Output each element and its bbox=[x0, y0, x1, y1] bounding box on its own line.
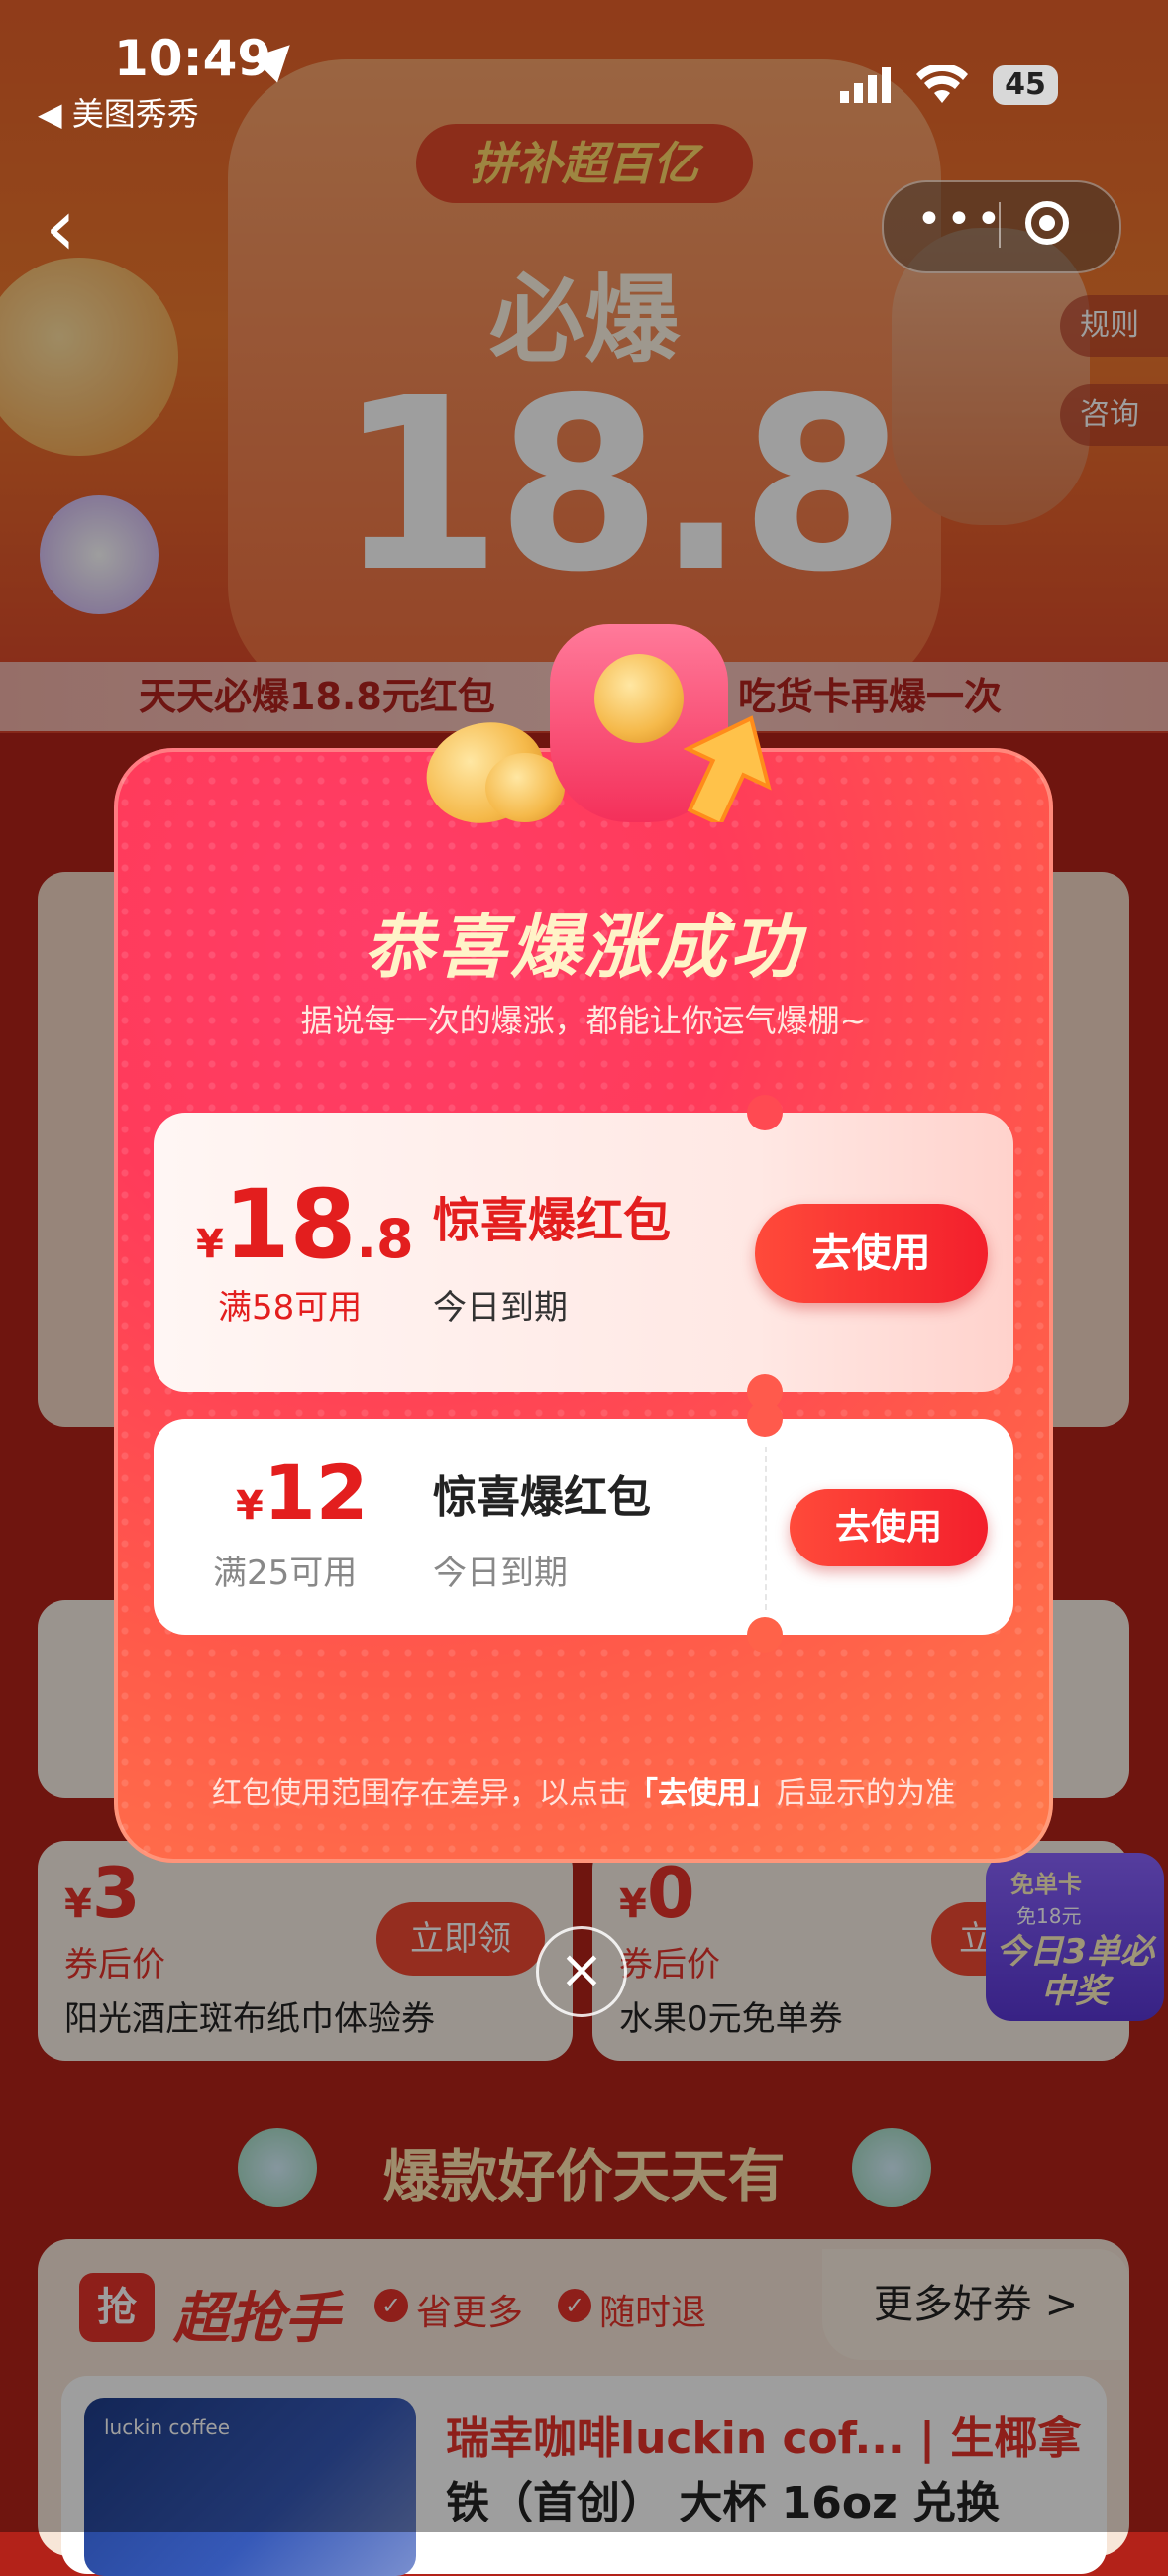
coupon-expiry: 今日到期 bbox=[433, 1288, 568, 1328]
status-time: 10:49 bbox=[114, 30, 272, 87]
battery-icon: 45 bbox=[993, 65, 1058, 105]
note-prefix: 红包使用范围存在差异，以点击 bbox=[212, 1776, 628, 1811]
coupon-title: 惊喜爆红包 bbox=[433, 1472, 651, 1523]
coupon-notch bbox=[747, 1095, 783, 1130]
popup-footnote: 红包使用范围存在差异，以点击「去使用」后显示的为准 bbox=[114, 1769, 1053, 1812]
close-icon[interactable]: × bbox=[536, 1926, 627, 2017]
coupon-amount: ¥18.8 bbox=[196, 1169, 414, 1280]
wifi-icon bbox=[916, 62, 968, 109]
back-to-app[interactable]: ◀ 美图秀秀 bbox=[38, 89, 199, 135]
back-app-label: 美图秀秀 bbox=[71, 95, 199, 133]
coupon-title: 惊喜爆红包 bbox=[433, 1193, 672, 1248]
back-chevron-icon[interactable]: ‹ bbox=[45, 188, 76, 268]
coupon-notch bbox=[747, 1617, 783, 1653]
note-highlight: 「去使用」 bbox=[628, 1776, 777, 1811]
capsule-divider bbox=[999, 202, 1001, 248]
coupon-expiry: 今日到期 bbox=[433, 1554, 568, 1593]
use-coupon-button[interactable]: 去使用 bbox=[790, 1489, 988, 1566]
more-icon[interactable]: ••• bbox=[916, 194, 1006, 245]
coupon-amount: ¥12 bbox=[236, 1449, 369, 1537]
coupon-divider bbox=[765, 1447, 767, 1610]
envelope-coin-icon bbox=[594, 654, 684, 743]
popup-title: 恭喜爆涨成功 bbox=[364, 907, 803, 988]
coupon-condition: 满58可用 bbox=[218, 1288, 363, 1328]
coupon-notch bbox=[747, 1401, 783, 1437]
signal-icon bbox=[840, 67, 894, 107]
note-suffix: 后显示的为准 bbox=[777, 1776, 955, 1811]
coupon-condition: 满25可用 bbox=[213, 1554, 358, 1593]
popup-subtitle: 据说每一次的爆涨，都能让你运气爆棚~ bbox=[300, 1002, 867, 1039]
close-miniapp-icon-dot bbox=[1039, 215, 1055, 231]
up-arrow-icon bbox=[684, 715, 772, 822]
use-coupon-button[interactable]: 去使用 bbox=[755, 1204, 988, 1303]
